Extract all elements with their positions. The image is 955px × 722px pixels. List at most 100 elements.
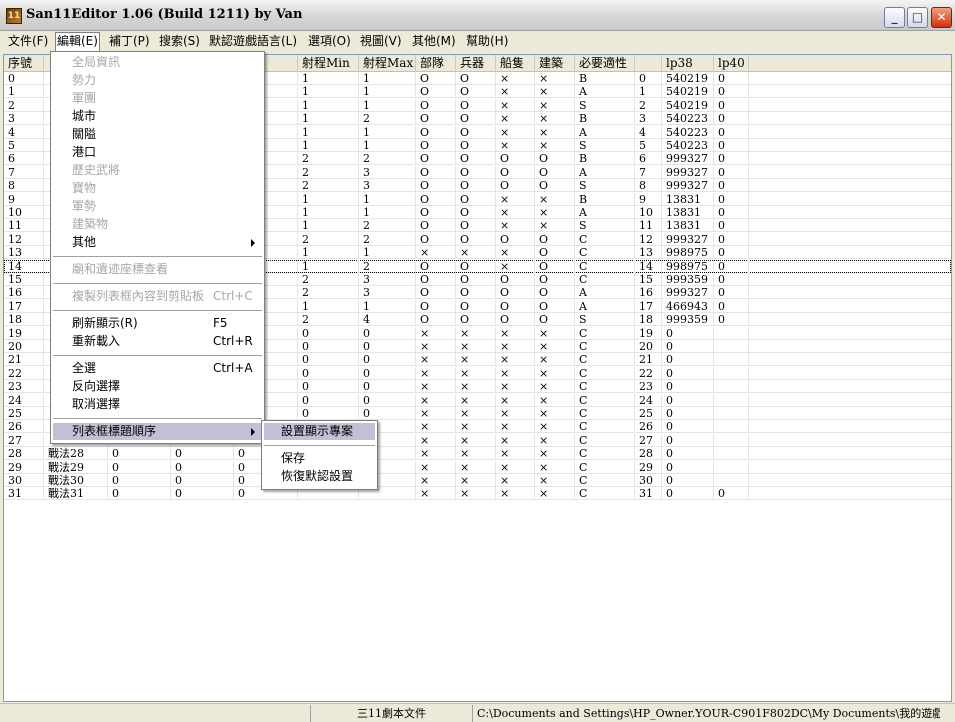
menu-item-shortcut: F5 xyxy=(213,316,228,330)
table-cell: O xyxy=(456,299,496,313)
table-cell xyxy=(714,380,749,394)
column-header-9[interactable]: 船隻 xyxy=(496,55,535,72)
table-cell: × xyxy=(496,366,535,380)
table-cell: × xyxy=(496,407,535,420)
submenu-item-0[interactable]: 設置顯示專案 xyxy=(264,423,375,440)
table-cell: O xyxy=(535,259,575,273)
edit-menu-item-21[interactable]: 取消選擇 xyxy=(53,396,262,413)
table-cell: 1 xyxy=(298,139,359,152)
table-cell: 23 xyxy=(635,380,662,394)
column-header-12[interactable] xyxy=(635,55,662,72)
edit-menu-item-8[interactable]: 軍勢 xyxy=(53,198,262,215)
table-cell: 24 xyxy=(635,393,662,407)
edit-menu-item-17[interactable]: 重新載入 Ctrl+R xyxy=(53,333,262,350)
table-cell: 0 xyxy=(662,380,714,394)
menu-1[interactable]: 編輯(E) xyxy=(55,32,100,51)
column-header-14[interactable]: lp40 xyxy=(714,55,749,72)
edit-menu-item-7[interactable]: 寶物 xyxy=(53,180,262,197)
table-cell: O xyxy=(416,152,456,166)
column-header-5[interactable]: 射程Min xyxy=(298,55,359,72)
table-cell: × xyxy=(416,326,456,340)
submenu-item-3[interactable]: 恢復默認設置 xyxy=(264,468,375,485)
table-cell: 999359 xyxy=(662,273,714,286)
table-cell: O xyxy=(496,179,535,193)
table-cell: A xyxy=(575,299,635,313)
edit-menu-item-1[interactable]: 勢力 xyxy=(53,72,262,89)
table-cell: × xyxy=(416,420,456,434)
edit-menu-item-14[interactable]: 複製列表框內容到剪貼板 Ctrl+C xyxy=(53,288,262,305)
table-cell: 3 xyxy=(359,286,416,300)
column-header-11[interactable]: 必要適性 xyxy=(575,55,635,72)
table-cell: O xyxy=(456,85,496,99)
edit-menu-item-16[interactable]: 刷新顯示(R) F5 xyxy=(53,315,262,332)
menu-3[interactable]: 搜索(S) xyxy=(158,33,201,50)
menu-item-shortcut: Ctrl+R xyxy=(213,334,253,348)
menu-0[interactable]: 文件(F) xyxy=(7,33,49,50)
table-cell: × xyxy=(496,393,535,407)
column-header-6[interactable]: 射程Max xyxy=(359,55,416,72)
table-cell: 3 xyxy=(635,112,662,126)
table-cell: O xyxy=(416,179,456,193)
column-header-13[interactable]: lp38 xyxy=(662,55,714,72)
title-bar[interactable]: 11 San11Editor 1.06 (Build 1211) by Van … xyxy=(0,0,955,31)
close-button[interactable]: ✕ xyxy=(931,7,952,28)
column-header-7[interactable]: 部隊 xyxy=(416,55,456,72)
table-cell: 0 xyxy=(108,460,171,474)
column-header-0[interactable]: 序號 xyxy=(4,55,44,72)
table-row[interactable]: 29 戰法29 0 0 0 × × × × C 29 0 xyxy=(4,460,951,474)
table-cell: × xyxy=(416,433,456,447)
menu-2[interactable]: 補丁(P) xyxy=(108,33,151,50)
menu-separator xyxy=(53,256,262,257)
edit-menu-item-9[interactable]: 建築物 xyxy=(53,216,262,233)
table-cell: × xyxy=(416,380,456,394)
table-cell xyxy=(714,447,749,461)
table-cell: 3 xyxy=(4,112,44,126)
table-cell: 13 xyxy=(635,246,662,260)
menu-item-label: 建築物 xyxy=(72,217,109,231)
table-cell: × xyxy=(496,72,535,85)
table-cell: 2 xyxy=(635,98,662,112)
edit-menu-item-20[interactable]: 反向選擇 xyxy=(53,378,262,395)
table-cell: 19 xyxy=(635,326,662,340)
table-cell: × xyxy=(456,460,496,474)
edit-menu-item-12[interactable]: 廟和遺迹座標查看 xyxy=(53,261,262,278)
column-header-10[interactable]: 建築 xyxy=(535,55,575,72)
menu-5[interactable]: 選項(O) xyxy=(307,33,352,50)
table-cell: 2 xyxy=(298,313,359,327)
table-row[interactable]: 28 戰法28 0 0 0 × × × × C 28 0 xyxy=(4,447,951,461)
table-cell: 22 xyxy=(4,366,44,380)
menu-6[interactable]: 視圖(V) xyxy=(359,33,403,50)
edit-menu-item-6[interactable]: 歷史武將 xyxy=(53,162,262,179)
table-cell: 14 xyxy=(635,259,662,273)
menu-separator xyxy=(53,418,262,419)
table-cell: 0 xyxy=(298,366,359,380)
menu-4[interactable]: 默認遊戲語言(L) xyxy=(208,33,298,50)
table-row[interactable]: 30 戰法30 0 0 0 × × × × C 30 0 xyxy=(4,474,951,487)
edit-menu-item-2[interactable]: 軍團 xyxy=(53,90,262,107)
table-cell: O xyxy=(416,112,456,126)
menu-7[interactable]: 其他(M) xyxy=(411,33,457,50)
table-cell: × xyxy=(535,353,575,367)
edit-menu-item-23[interactable]: 列表框標題順序 xyxy=(53,423,262,440)
table-cell: 2 xyxy=(359,232,416,246)
table-cell: C xyxy=(575,420,635,434)
edit-menu-item-0[interactable]: 全局資訊 xyxy=(53,54,262,71)
submenu-item-2[interactable]: 保存 xyxy=(264,450,375,467)
table-cell: 0 xyxy=(298,353,359,367)
table-cell: O xyxy=(416,98,456,112)
minimize-button[interactable]: _ xyxy=(884,7,905,28)
edit-menu-item-10[interactable]: 其他 xyxy=(53,234,262,251)
table-cell: × xyxy=(496,98,535,112)
menu-8[interactable]: 幫助(H) xyxy=(465,33,509,50)
edit-menu-item-5[interactable]: 港口 xyxy=(53,144,262,161)
edit-menu-item-19[interactable]: 全選 Ctrl+A xyxy=(53,360,262,377)
table-row[interactable]: 31 戰法31 0 0 0 × × × × C 31 0 0 xyxy=(4,487,951,501)
app-icon[interactable]: 11 xyxy=(6,8,22,24)
edit-menu-item-3[interactable]: 城市 xyxy=(53,108,262,125)
column-header-8[interactable]: 兵器 xyxy=(456,55,496,72)
edit-menu-item-4[interactable]: 關隘 xyxy=(53,126,262,143)
maximize-button[interactable]: □ xyxy=(907,7,928,28)
table-cell: 0 xyxy=(359,366,416,380)
table-cell: 0 xyxy=(359,326,416,340)
table-cell: 1 xyxy=(359,246,416,260)
